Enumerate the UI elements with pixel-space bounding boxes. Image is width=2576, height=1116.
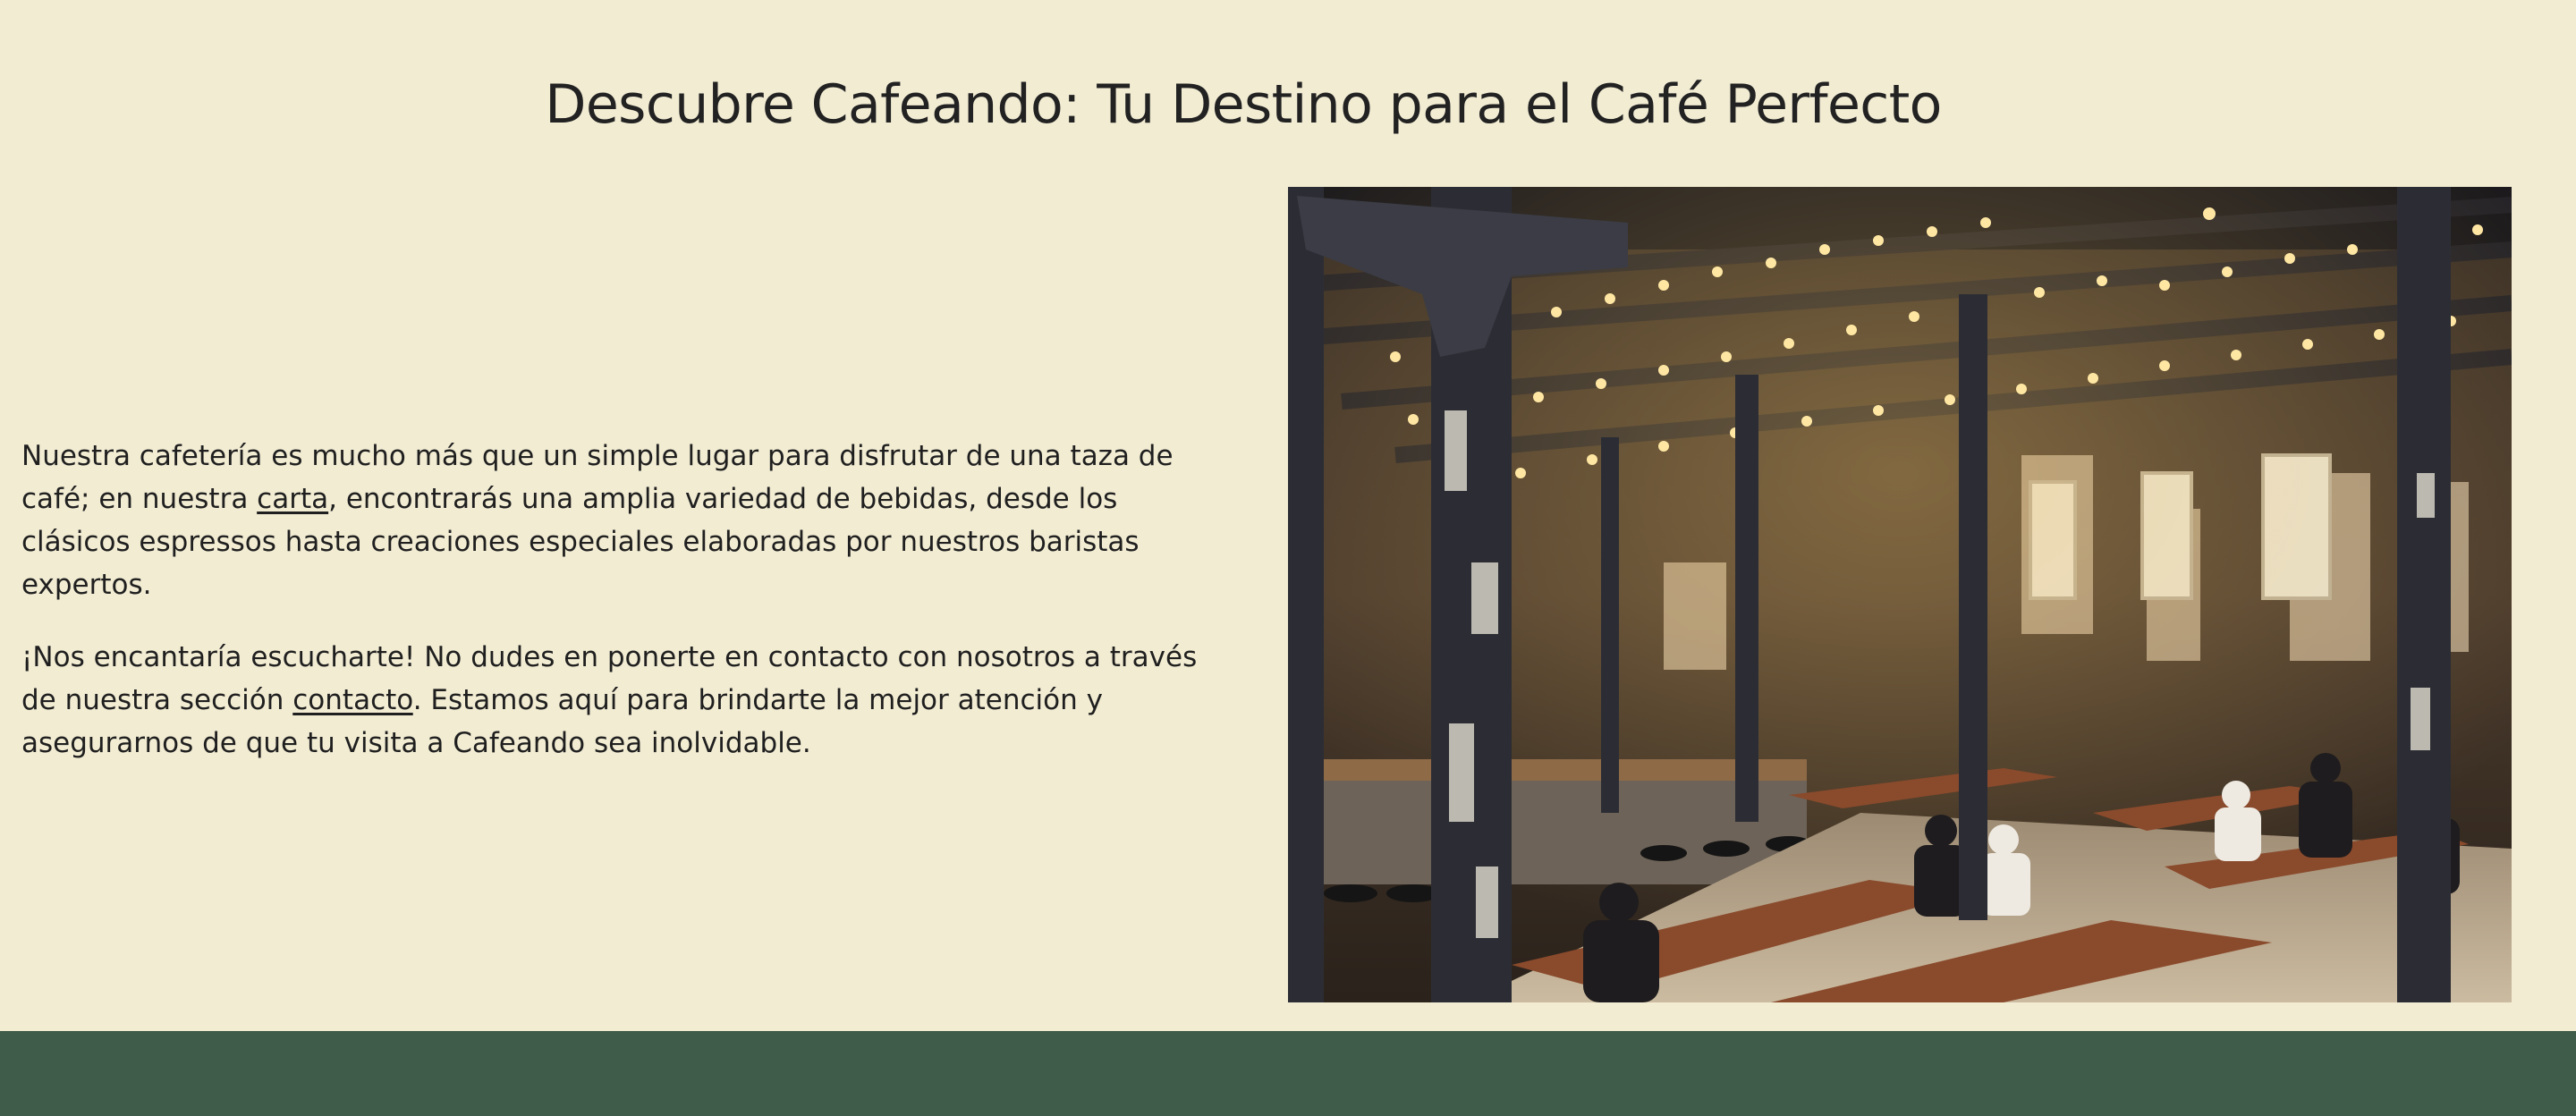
cafe-interior-illustration xyxy=(1288,187,2512,1002)
footer xyxy=(0,1031,2576,1116)
contact-link[interactable]: contacto xyxy=(292,684,412,716)
intro-paragraph-menu: Nuestra cafetería es mucho más que un si… xyxy=(21,435,1220,606)
intro-paragraph-contact: ¡Nos encantaría escucharte! No dudes en … xyxy=(21,636,1220,765)
cafe-interior-photo xyxy=(1288,187,2512,1002)
intro-text: Nuestra cafetería es mucho más que un si… xyxy=(21,435,1220,794)
page-title: Descubre Cafeando: Tu Destino para el Ca… xyxy=(545,73,1942,136)
menu-link[interactable]: carta xyxy=(257,483,328,515)
